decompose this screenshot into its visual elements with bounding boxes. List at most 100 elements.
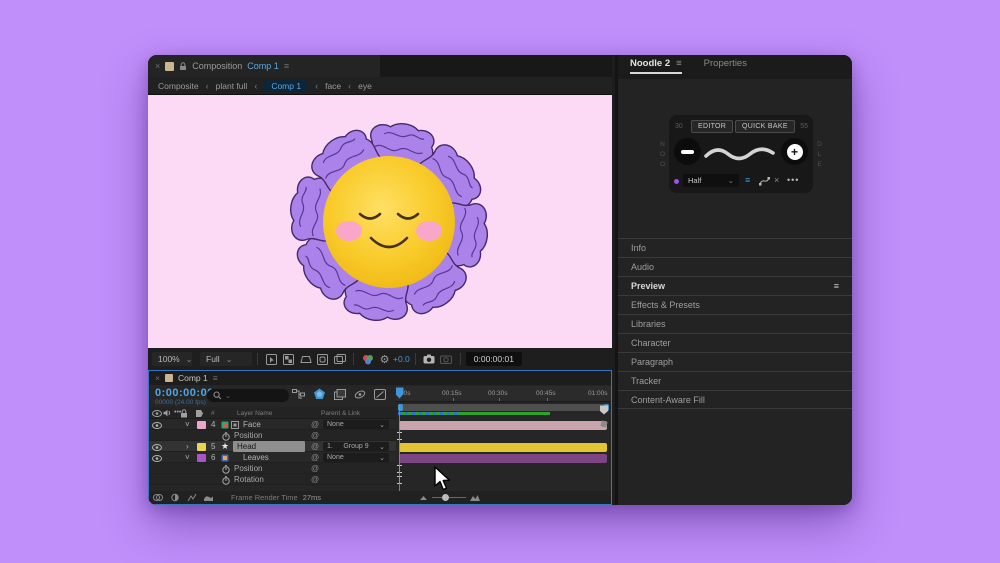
magnification-dropdown[interactable]: 100% ⌄ bbox=[152, 352, 192, 366]
property-row-rotation[interactable]: Rotation @ bbox=[149, 474, 396, 485]
exposure-icon[interactable]: ⚙ bbox=[378, 353, 391, 366]
layer-row-head-selected[interactable]: › 5 ★ Head @ 1. Group 9 ⌄ bbox=[149, 441, 396, 452]
pick-whip-icon[interactable]: @ bbox=[311, 474, 319, 485]
blend-mode-icon[interactable]: ≡ bbox=[745, 175, 750, 185]
comp-button-icon[interactable] bbox=[600, 420, 608, 428]
face-layer-bar[interactable] bbox=[399, 421, 607, 430]
breadcrumb-composite[interactable]: Composite bbox=[158, 81, 199, 91]
mini-flowchart-icon[interactable] bbox=[292, 389, 305, 400]
layer-row-leaves[interactable]: ˅ 6 Leaves @ None ⌄ bbox=[149, 452, 396, 463]
panel-menu-icon[interactable]: ≡ bbox=[676, 58, 682, 69]
leaves-layer-bar[interactable] bbox=[399, 454, 607, 463]
timeline-zoom-slider[interactable] bbox=[432, 497, 466, 498]
label-color-swatch[interactable] bbox=[197, 443, 206, 451]
expand-caret-icon[interactable]: ˅ bbox=[185, 452, 190, 463]
minus-knob[interactable] bbox=[674, 138, 701, 165]
pick-whip-icon[interactable]: @ bbox=[311, 452, 319, 463]
panel-tracker[interactable]: Tracker bbox=[618, 371, 852, 390]
show-channel-icon[interactable] bbox=[361, 353, 374, 366]
noodle-mode-dropdown[interactable]: Half ⌄ bbox=[683, 174, 739, 187]
parent-dropdown[interactable]: 1. Group 9 ⌄ bbox=[323, 442, 389, 451]
label-color-swatch[interactable] bbox=[197, 454, 206, 462]
layer-row-face[interactable]: ˅ 4 Face @ None ⌄ bbox=[149, 419, 396, 430]
region-of-interest-icon[interactable] bbox=[299, 353, 312, 366]
breadcrumb-plant-full[interactable]: plant full bbox=[216, 81, 248, 91]
pick-whip-icon[interactable]: @ bbox=[311, 419, 319, 430]
layer-name[interactable]: Leaves bbox=[243, 452, 269, 463]
layer-name-selected[interactable]: Head bbox=[233, 441, 305, 452]
breadcrumb-eye[interactable]: eye bbox=[358, 81, 372, 91]
zoom-out-mountain-icon[interactable] bbox=[417, 491, 430, 504]
layer-name[interactable]: Face bbox=[243, 419, 261, 430]
draft-toggle-icon[interactable] bbox=[202, 491, 215, 504]
bezier-node-icon[interactable] bbox=[759, 176, 770, 186]
composition-viewport[interactable] bbox=[148, 95, 612, 348]
collapse-caret-icon[interactable]: › bbox=[186, 441, 189, 452]
zoom-slider-knob[interactable] bbox=[442, 494, 449, 501]
motion-blur-icon[interactable] bbox=[313, 388, 326, 400]
tab-properties[interactable]: Properties bbox=[704, 58, 747, 74]
head-layer-bar[interactable] bbox=[399, 443, 607, 452]
composition-frame-icon[interactable] bbox=[374, 389, 386, 400]
property-row-position[interactable]: Position @ bbox=[149, 430, 396, 441]
preview-time[interactable]: 0:00:00:01 bbox=[466, 352, 522, 366]
eye-icon[interactable] bbox=[152, 422, 162, 429]
resolution-dropdown[interactable]: Full ⌄ bbox=[200, 352, 252, 366]
view-layout-icon[interactable] bbox=[333, 353, 346, 366]
pick-whip-icon[interactable]: @ bbox=[311, 463, 319, 474]
parent-link-header[interactable]: Parent & Link bbox=[321, 410, 360, 417]
panel-effects-presets[interactable]: Effects & Presets bbox=[618, 295, 852, 314]
close-icon[interactable]: × bbox=[155, 373, 160, 383]
eye-icon[interactable] bbox=[152, 410, 162, 417]
pick-whip-icon[interactable]: @ bbox=[311, 430, 319, 441]
noodle-wave-curve[interactable] bbox=[703, 144, 779, 162]
plus-knob[interactable]: + bbox=[781, 138, 808, 165]
close-icon[interactable]: × bbox=[774, 175, 779, 185]
mask-visibility-icon[interactable] bbox=[316, 353, 329, 366]
grid-guides-icon[interactable] bbox=[265, 353, 278, 366]
expand-caret-icon[interactable]: ˅ bbox=[185, 419, 190, 430]
panel-menu-icon[interactable]: ≡ bbox=[213, 373, 218, 383]
eye-icon[interactable] bbox=[152, 444, 162, 451]
panel-paragraph[interactable]: Paragraph bbox=[618, 352, 852, 371]
panel-info[interactable]: Info bbox=[618, 238, 852, 257]
work-area-bar[interactable] bbox=[398, 404, 609, 411]
time-ruler[interactable]: 00s 00:15s 00:30s 00:45s 01:00s bbox=[396, 386, 611, 402]
label-color-swatch[interactable] bbox=[197, 421, 206, 429]
eye-icon[interactable] bbox=[152, 455, 162, 462]
breadcrumb-comp-1-active[interactable]: Comp 1 bbox=[264, 80, 308, 92]
playhead-marker[interactable] bbox=[396, 387, 404, 399]
panel-character[interactable]: Character bbox=[618, 333, 852, 352]
pick-whip-icon[interactable]: @ bbox=[311, 441, 319, 452]
timeline-search-input[interactable]: ⌄ bbox=[207, 389, 289, 402]
lock-icon[interactable] bbox=[180, 409, 188, 418]
property-name[interactable]: Position bbox=[234, 430, 262, 441]
panel-audio[interactable]: Audio bbox=[618, 257, 852, 276]
property-name[interactable]: Position bbox=[234, 463, 262, 474]
quick-bake-button[interactable]: QUICK BAKE bbox=[735, 120, 795, 133]
property-name[interactable]: Rotation bbox=[234, 474, 264, 485]
timeline-track-area[interactable]: 00s 00:15s 00:30s 00:45s 01:00s bbox=[396, 371, 611, 504]
tab-composition[interactable]: × Composition Comp 1 ≡ bbox=[148, 55, 380, 77]
stopwatch-icon[interactable] bbox=[222, 432, 230, 441]
motion-blur-toggle-icon[interactable] bbox=[168, 491, 181, 504]
property-row-position[interactable]: Position @ bbox=[149, 463, 396, 474]
comp-marker-bin-icon[interactable] bbox=[599, 405, 609, 415]
brainstorm-icon[interactable] bbox=[354, 389, 366, 400]
layer-name-header[interactable]: Layer Name bbox=[237, 410, 272, 417]
graph-editor-icon[interactable] bbox=[334, 389, 346, 400]
stopwatch-icon[interactable] bbox=[222, 476, 230, 485]
close-icon[interactable]: × bbox=[155, 61, 160, 71]
stopwatch-icon[interactable] bbox=[222, 465, 230, 474]
panel-content-aware-fill[interactable]: Content-Aware Fill bbox=[618, 390, 852, 409]
exposure-value[interactable]: +0.0 bbox=[393, 354, 410, 364]
show-snapshot-icon[interactable] bbox=[440, 353, 453, 366]
current-timecode[interactable]: 0:00:00:00 bbox=[155, 387, 214, 399]
panel-preview[interactable]: Preview≡ bbox=[618, 276, 852, 295]
parent-dropdown[interactable]: None ⌄ bbox=[323, 420, 389, 429]
graph-toggle-icon[interactable] bbox=[185, 491, 198, 504]
parent-dropdown[interactable]: None ⌄ bbox=[323, 453, 389, 462]
audio-icon[interactable] bbox=[163, 409, 171, 417]
panel-libraries[interactable]: Libraries bbox=[618, 314, 852, 333]
more-options-icon[interactable]: ••• bbox=[787, 175, 799, 185]
